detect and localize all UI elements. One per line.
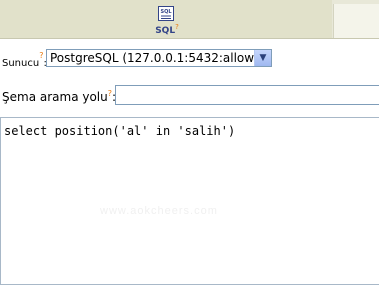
- schema-row: Şema arama yolu?:: [2, 89, 116, 104]
- tab-blank[interactable]: [333, 4, 379, 38]
- schema-label: Şema arama yolu: [2, 90, 108, 104]
- toolbar: SQL SQL?: [0, 0, 379, 39]
- sql-icon: SQL: [158, 6, 174, 21]
- sql-query-textarea[interactable]: select position('al' in 'salih'): [0, 117, 379, 285]
- tab-sql-label: SQL?: [155, 23, 179, 36]
- tab-sql[interactable]: SQL SQL?: [0, 0, 332, 38]
- server-row: Sunucu?:: [2, 51, 47, 69]
- server-select[interactable]: PostgreSQL (127.0.0.1:5432:allow) ▼: [46, 49, 272, 67]
- server-select-value: PostgreSQL (127.0.0.1:5432:allow): [50, 51, 259, 65]
- schema-search-path-input[interactable]: [115, 85, 379, 105]
- chevron-down-icon[interactable]: ▼: [254, 50, 271, 66]
- server-label: Sunucu: [2, 57, 40, 69]
- svg-text:SQL: SQL: [160, 9, 172, 15]
- watermark: www.aokcheers.com: [100, 205, 218, 217]
